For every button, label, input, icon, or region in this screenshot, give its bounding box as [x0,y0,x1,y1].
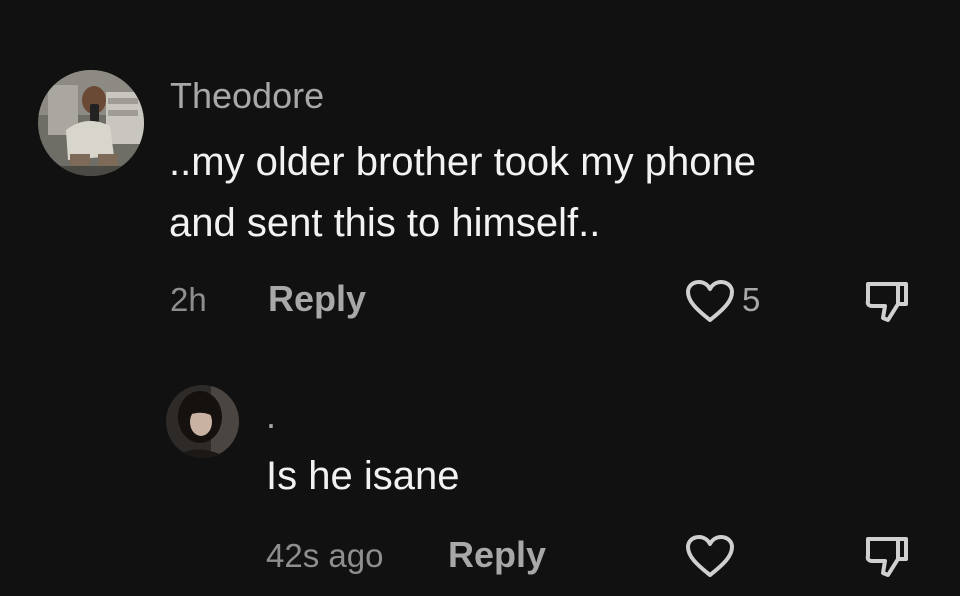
comment-username[interactable]: . [266,398,276,434]
comment-text-line: and sent this to himself.. [169,201,601,245]
like-count: 5 [742,281,761,318]
comment-text-line: Is he isane [266,454,460,498]
comments-screen: Theodore ..my older brother took my phon… [0,0,960,596]
avatar[interactable] [38,70,144,176]
heart-outline-icon[interactable] [684,278,736,324]
avatar[interactable] [166,385,239,458]
comment-timestamp: 2h [170,281,207,318]
user-avatar-photo [38,70,144,176]
reply-button[interactable]: Reply [448,537,546,573]
reply-button[interactable]: Reply [268,281,366,317]
user-avatar-photo [166,385,239,458]
thumbs-down-icon[interactable] [862,533,910,579]
heart-outline-icon[interactable] [684,533,736,579]
comment-username[interactable]: Theodore [170,78,324,114]
thumbs-down-icon[interactable] [862,278,910,324]
comment-text-line: ..my older brother took my phone [169,140,756,184]
comment-timestamp: 42s ago [266,537,384,574]
